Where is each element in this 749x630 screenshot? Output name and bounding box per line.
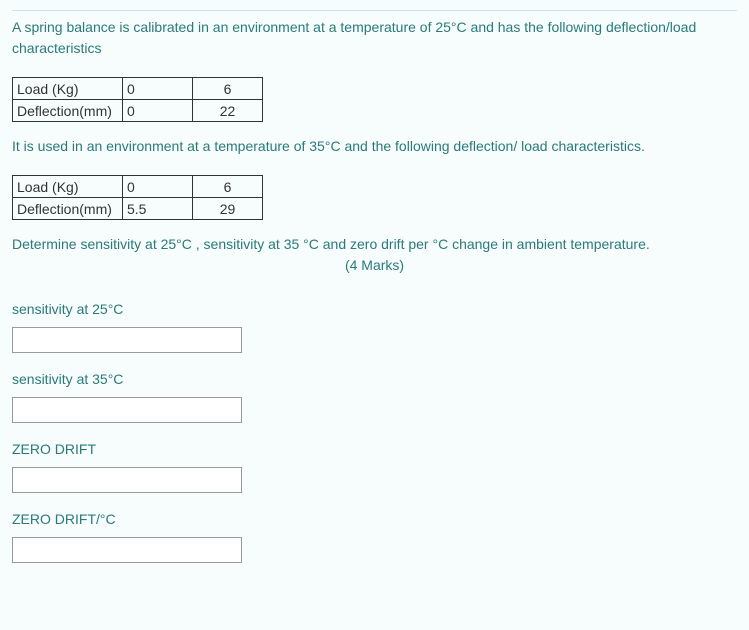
answer-block-sensitivity-25: sensitivity at 25°C xyxy=(12,301,737,353)
answer-block-zero-drift-per-c: ZERO DRIFT/°C xyxy=(12,511,737,558)
table-row: Load (Kg) 0 6 xyxy=(13,78,263,100)
table-row: Deflection(mm) 5.5 29 xyxy=(13,198,263,220)
table-35c: Load (Kg) 0 6 Deflection(mm) 5.5 29 xyxy=(12,175,263,220)
table-cell-value: 0 xyxy=(123,100,193,122)
answer-block-zero-drift: ZERO DRIFT xyxy=(12,441,737,493)
table-25c: Load (Kg) 0 6 Deflection(mm) 0 22 xyxy=(12,77,263,122)
table-cell-label: Load (Kg) xyxy=(13,78,123,100)
table-cell-value: 0 xyxy=(123,78,193,100)
marks-text: (4 Marks) xyxy=(12,257,737,273)
table-cell-value: 6 xyxy=(193,78,263,100)
answer-label: ZERO DRIFT xyxy=(12,441,737,457)
table-cell-label: Load (Kg) xyxy=(13,176,123,198)
table-cell-value: 29 xyxy=(193,198,263,220)
answer-label: sensitivity at 25°C xyxy=(12,301,737,317)
table-row: Deflection(mm) 0 22 xyxy=(13,100,263,122)
determine-text: Determine sensitivity at 25°C , sensitiv… xyxy=(12,234,737,255)
question-intro: A spring balance is calibrated in an env… xyxy=(12,17,737,59)
sensitivity-35-input[interactable] xyxy=(12,397,242,423)
sensitivity-25-input[interactable] xyxy=(12,327,242,353)
table-cell-label: Deflection(mm) xyxy=(13,198,123,220)
mid-text: It is used in an environment at a temper… xyxy=(12,136,737,157)
table-cell-value: 0 xyxy=(123,176,193,198)
table-cell-value: 6 xyxy=(193,176,263,198)
zero-drift-input[interactable] xyxy=(12,467,242,493)
zero-drift-per-c-input[interactable] xyxy=(12,537,242,563)
table-cell-label: Deflection(mm) xyxy=(13,100,123,122)
answer-label: sensitivity at 35°C xyxy=(12,371,737,387)
table-cell-value: 5.5 xyxy=(123,198,193,220)
answer-label: ZERO DRIFT/°C xyxy=(12,511,737,527)
top-separator xyxy=(12,10,737,11)
answer-block-sensitivity-35: sensitivity at 35°C xyxy=(12,371,737,423)
table-row: Load (Kg) 0 6 xyxy=(13,176,263,198)
table-cell-value: 22 xyxy=(193,100,263,122)
